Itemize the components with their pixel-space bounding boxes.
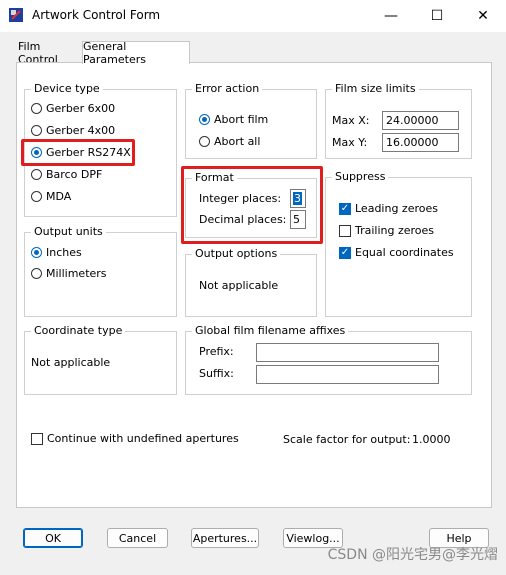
close-button[interactable]: ✕: [460, 0, 506, 32]
checkbox-box[interactable]: ✓: [339, 202, 351, 215]
minimize-button[interactable]: —: [368, 0, 414, 32]
radio-gerber-4x00[interactable]: Gerber 4x00: [31, 124, 115, 137]
radio-label: Millimeters: [46, 267, 107, 280]
checkbox-leading-zeroes[interactable]: ✓ Leading zeroes: [339, 202, 438, 215]
radio-label: Barco DPF: [46, 168, 103, 181]
checkbox-label: Leading zeroes: [355, 202, 438, 215]
checkbox-box[interactable]: [31, 432, 43, 445]
radio-barco-dpf[interactable]: Barco DPF: [31, 168, 102, 181]
tab-film-control[interactable]: Film Control: [18, 40, 82, 66]
radio-label: MDA: [46, 190, 72, 203]
radio-inches[interactable]: Inches: [31, 246, 82, 259]
film-size-legend: Film size limits: [332, 82, 419, 95]
radio-abort-film[interactable]: Abort film: [199, 113, 268, 126]
checkbox-box[interactable]: [339, 224, 351, 237]
output-options-legend: Output options: [192, 247, 281, 260]
radio-circle[interactable]: [31, 191, 42, 202]
radio-millimeters[interactable]: Millimeters: [31, 267, 107, 280]
checkbox-label: Trailing zeroes: [355, 224, 435, 237]
max-x-input[interactable]: 24.00000: [382, 111, 459, 130]
highlight-box-format: [181, 166, 323, 244]
global-affixes-group: Global film filename affixes: [185, 324, 472, 395]
max-y-label: Max Y:: [332, 136, 368, 149]
ok-button[interactable]: OK: [23, 528, 83, 548]
radio-label: Abort film: [214, 113, 269, 126]
tab-general-parameters[interactable]: General Parameters: [82, 40, 190, 66]
checkbox-equal-coordinates[interactable]: ✓ Equal coordinates: [339, 246, 454, 259]
radio-abort-all[interactable]: Abort all: [199, 135, 260, 148]
radio-mda[interactable]: MDA: [31, 190, 71, 203]
highlight-box-device: [21, 139, 135, 166]
coordinate-type-text: Not applicable: [31, 356, 111, 369]
radio-circle[interactable]: [31, 103, 42, 114]
global-affixes-legend: Global film filename affixes: [192, 324, 349, 337]
checkbox-label: Equal coordinates: [355, 246, 454, 259]
apertures-button[interactable]: Apertures...: [191, 528, 259, 548]
checkbox-label: Continue with undefined apertures: [47, 432, 239, 445]
radio-circle[interactable]: [199, 136, 210, 147]
checkbox-continue-undefined[interactable]: Continue with undefined apertures: [31, 432, 239, 445]
radio-label: Gerber 6x00: [46, 102, 116, 115]
suffix-input[interactable]: [256, 365, 439, 384]
app-icon: [8, 7, 24, 23]
error-action-legend: Error action: [192, 82, 263, 95]
csdn-watermark: CSDN @阳光宅男@李光熠: [327, 547, 498, 563]
max-x-label: Max X:: [332, 114, 370, 127]
checkbox-box[interactable]: ✓: [339, 246, 351, 259]
radio-circle[interactable]: [31, 125, 42, 136]
radio-circle[interactable]: [31, 268, 42, 279]
output-options-text: Not applicable: [199, 279, 279, 292]
radio-circle[interactable]: [199, 114, 210, 125]
prefix-label: Prefix:: [199, 345, 234, 358]
scale-factor-label: Scale factor for output:: [283, 433, 411, 446]
radio-circle[interactable]: [31, 247, 42, 258]
radio-circle[interactable]: [31, 169, 42, 180]
radio-label: Gerber 4x00: [46, 124, 116, 137]
prefix-input[interactable]: [256, 343, 439, 362]
radio-gerber-6x00[interactable]: Gerber 6x00: [31, 102, 115, 115]
scale-factor-value: 1.0000: [412, 433, 451, 446]
output-units-legend: Output units: [31, 225, 106, 238]
suffix-label: Suffix:: [199, 367, 234, 380]
window-title: Artwork Control Form: [32, 8, 161, 22]
radio-label: Inches: [46, 246, 82, 259]
checkbox-trailing-zeroes[interactable]: Trailing zeroes: [339, 224, 434, 237]
radio-label: Abort all: [214, 135, 261, 148]
cancel-button[interactable]: Cancel: [107, 528, 168, 548]
max-y-input[interactable]: 16.00000: [382, 133, 459, 152]
suppress-legend: Suppress: [332, 170, 389, 183]
coordinate-type-legend: Coordinate type: [31, 324, 126, 337]
maximize-button[interactable]: ☐: [414, 0, 460, 32]
device-type-legend: Device type: [31, 82, 103, 95]
